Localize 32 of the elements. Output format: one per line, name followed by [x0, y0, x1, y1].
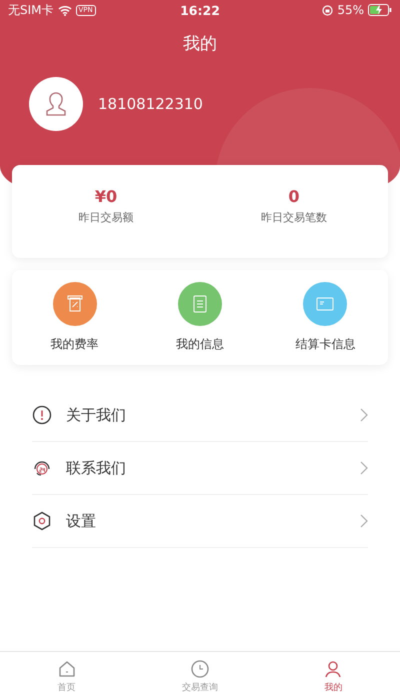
stat-label: 昨日交易笔数 [261, 210, 327, 225]
exclamation-circle-icon [32, 405, 52, 425]
shortcut-button[interactable]: 结算卡信息 [262, 270, 388, 365]
menu-item[interactable]: 联系我们 [32, 442, 368, 495]
menu-item[interactable]: 关于我们 [32, 389, 368, 442]
carrier-text: 无SIM卡 [8, 2, 54, 18]
shortcut-button[interactable]: 我的信息 [137, 270, 263, 365]
battery-percent: 55% [337, 3, 364, 17]
home-icon [56, 658, 77, 678]
avatar[interactable] [29, 77, 83, 131]
stat-value: ¥0 [94, 187, 118, 206]
user-icon [44, 91, 68, 117]
stat-label: 昨日交易额 [78, 210, 134, 225]
menu-label: 联系我们 [66, 458, 127, 478]
menu-label: 关于我们 [66, 406, 127, 424]
tab[interactable]: 我的 [266, 652, 400, 700]
menu-item[interactable]: 设置 [32, 495, 368, 548]
stat-value: 0 [288, 187, 300, 206]
clock-icon [190, 658, 210, 678]
chevron-right-icon [360, 461, 368, 475]
hexagon-icon [32, 511, 52, 531]
menu-label: 设置 [66, 512, 97, 530]
battery-icon [368, 4, 392, 16]
page-title: 我的 [182, 33, 218, 55]
rotation-lock-icon [322, 4, 334, 16]
chevron-right-icon [360, 514, 368, 528]
status-time: 16:22 [180, 2, 220, 18]
wifi-icon [58, 4, 72, 16]
person-icon [323, 658, 344, 678]
chevron-right-icon [360, 408, 368, 422]
shortcut-button[interactable]: 我的费率 [12, 270, 138, 365]
phone-number: 18108122310 [98, 95, 203, 113]
